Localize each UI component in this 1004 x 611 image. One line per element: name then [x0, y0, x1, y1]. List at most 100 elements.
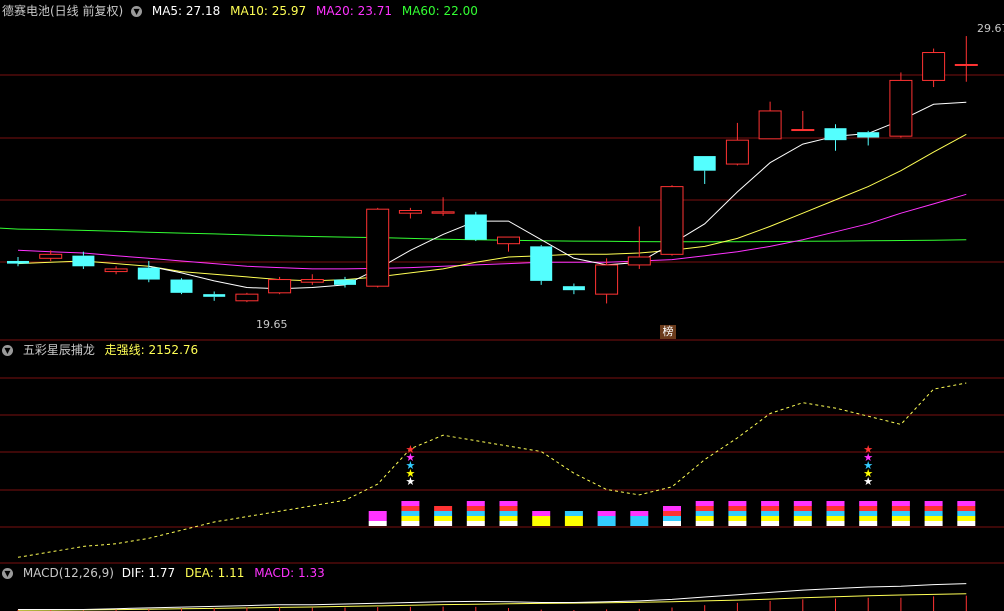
candle-body: [725, 139, 749, 165]
color-bar-segment: [663, 511, 681, 516]
ma20-line: [17, 193, 967, 270]
dif-label: DIF: 1.77: [121, 566, 176, 580]
grid-lines: [0, 74, 1004, 564]
color-bar-segment: [499, 511, 518, 516]
candle-body: [889, 79, 913, 137]
color-bar: [466, 501, 485, 526]
color-bar-segment: [728, 511, 747, 516]
color-bar-segment: [434, 506, 453, 511]
color-bar-segment: [532, 516, 551, 521]
color-bar-segment: [761, 521, 780, 526]
color-bar-segment: [695, 506, 714, 511]
strength-line: [17, 382, 967, 558]
chevron-down-icon[interactable]: ▼: [2, 568, 13, 579]
chevron-down-icon[interactable]: ▼: [131, 6, 143, 17]
indicator-title[interactable]: 五彩星辰捕龙: [23, 343, 95, 357]
color-bar: [761, 501, 780, 526]
color-bar-segment: [663, 516, 681, 521]
star-icon: ★: [405, 443, 415, 456]
color-bar-segment: [924, 516, 943, 521]
color-bar-segment: [466, 516, 485, 521]
candle: [464, 211, 487, 242]
color-bar-segment: [401, 516, 420, 521]
candle: [660, 185, 684, 256]
candle: [562, 283, 585, 295]
color-bar-segment: [957, 521, 976, 526]
candle-body: [791, 129, 815, 132]
color-bar-segment: [728, 516, 747, 521]
candle-body: [758, 110, 782, 140]
color-bar-segment: [891, 501, 910, 506]
candle: [758, 101, 782, 140]
color-bar-segment: [695, 521, 714, 526]
color-bar-segment: [859, 516, 878, 521]
candle-body: [170, 279, 193, 293]
candle: [530, 245, 553, 285]
five-color-bars: [368, 501, 976, 526]
color-bar-segment: [401, 521, 420, 526]
color-bar-segment: [499, 521, 518, 526]
candle: [922, 48, 946, 88]
color-bar-segment: [793, 506, 812, 511]
color-bar-segment: [401, 506, 420, 511]
candle-body: [627, 256, 651, 266]
star-icon: ★: [863, 443, 873, 456]
color-bar-segment: [532, 521, 551, 526]
high-price-label: 29.67: [977, 22, 1004, 35]
indicator-panel-header: ▼ 五彩星辰捕龙 走强线: 2152.76: [2, 342, 204, 358]
color-bar-segment: [368, 516, 387, 521]
candle: [595, 258, 619, 304]
strength-line-path: [17, 382, 967, 558]
color-bar: [826, 501, 845, 526]
candle-body: [203, 294, 226, 297]
color-bar-segment: [761, 506, 780, 511]
color-bar-segment: [499, 516, 518, 521]
color-bar: [401, 501, 420, 526]
color-bar-segment: [368, 521, 387, 526]
candle-body: [334, 279, 356, 285]
candle: [72, 251, 95, 269]
color-bar-segment: [630, 511, 649, 516]
macd-lines: [17, 583, 967, 611]
color-bar-segment: [761, 501, 780, 506]
color-bar-segment: [401, 501, 420, 506]
macd-title[interactable]: MACD(12,26,9): [23, 566, 114, 580]
color-bar: [728, 501, 747, 526]
color-bar: [957, 501, 976, 526]
candle-body: [7, 260, 29, 264]
macd-panel-header: ▼ MACD(12,26,9) DIF: 1.77 DEA: 1.11 MACD…: [2, 565, 331, 581]
star-signals: ★★★★★★★★★★: [405, 443, 873, 488]
color-bar-segment: [793, 511, 812, 516]
color-bar-segment: [597, 521, 616, 526]
color-bar: [630, 511, 649, 526]
color-bar-segment: [564, 521, 583, 526]
color-bar-segment: [630, 516, 649, 521]
color-bar-segment: [728, 521, 747, 526]
color-bar-segment: [761, 516, 780, 521]
candle: [235, 292, 259, 303]
strength-line-label: 走强线: 2152.76: [104, 343, 199, 357]
chevron-down-icon[interactable]: ▼: [2, 345, 13, 356]
candle-body: [72, 255, 95, 267]
candle-body: [464, 214, 487, 240]
color-bar-segment: [466, 511, 485, 516]
candle-body: [922, 52, 946, 81]
main-panel-header: 德赛电池(日线 前复权) ▼ MA5: 27.18 MA10: 25.97 MA…: [2, 3, 484, 19]
candlesticks[interactable]: [7, 36, 978, 304]
color-bar-segment: [466, 501, 485, 506]
color-bar-segment: [368, 511, 387, 516]
candle-body: [431, 211, 455, 214]
color-bar-segment: [728, 501, 747, 506]
color-bar-segment: [597, 516, 616, 521]
candle: [104, 266, 128, 275]
macd-value-label: MACD: 1.33: [254, 566, 325, 580]
ranking-badge[interactable]: 榜: [660, 325, 676, 339]
color-bar-segment: [532, 511, 551, 516]
color-bar-segment: [826, 501, 845, 506]
color-bar-segment: [663, 506, 681, 511]
stock-title[interactable]: 德赛电池(日线 前复权): [2, 4, 123, 18]
color-bar-segment: [957, 506, 976, 511]
color-bar: [597, 511, 616, 526]
stock-chart[interactable]: ★★★★★★★★★★: [0, 0, 1004, 611]
color-bar: [532, 511, 551, 526]
